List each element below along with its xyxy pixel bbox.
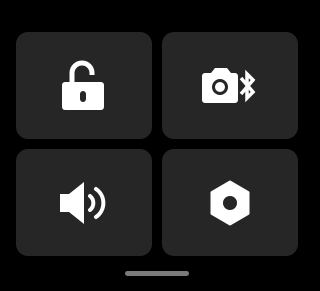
settings-tile[interactable] bbox=[162, 149, 298, 256]
speaker-icon bbox=[58, 180, 110, 226]
sound-tile[interactable] bbox=[16, 149, 152, 256]
camera-bluetooth-tile[interactable] bbox=[162, 32, 298, 139]
camera-bluetooth-icon bbox=[200, 66, 260, 106]
quick-controls-screen bbox=[0, 0, 304, 291]
unlock-tile[interactable] bbox=[16, 32, 152, 139]
unlock-icon bbox=[60, 59, 108, 113]
settings-hexagon-icon bbox=[206, 179, 254, 227]
home-indicator[interactable] bbox=[125, 271, 189, 276]
